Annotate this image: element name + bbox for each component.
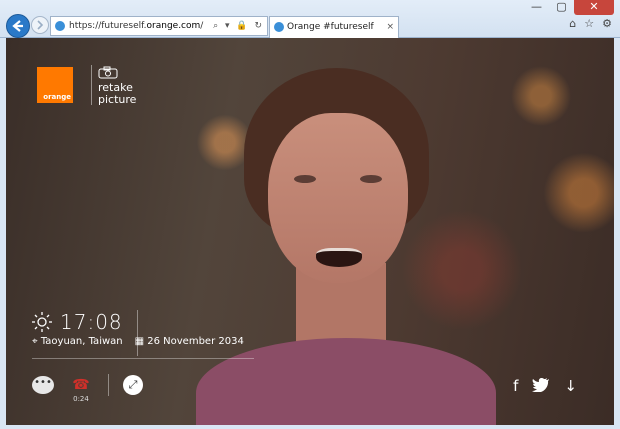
- left-eye: [294, 175, 316, 183]
- tab-title: Orange #futureself: [287, 22, 374, 32]
- right-eye: [360, 175, 382, 183]
- divider-line: [32, 358, 254, 359]
- url-domain: orange.com: [146, 21, 201, 31]
- star-icon[interactable]: ☆: [584, 17, 594, 30]
- arrow-left-icon: [12, 20, 23, 32]
- logo-separator: [91, 65, 92, 105]
- orange-logo[interactable]: orange: [37, 67, 73, 103]
- phone-hangup-icon[interactable]: ☎ 0:24: [68, 377, 94, 403]
- location-pin-icon: ⌖: [32, 336, 38, 347]
- weather-widget: 17:08: [32, 310, 123, 334]
- url-prefix: https://futureself.: [69, 21, 147, 31]
- address-bar-tools[interactable]: ⌕ ▾ 🔒 ↻: [213, 17, 264, 35]
- window-controls: — ▢ ✕: [524, 0, 614, 15]
- forward-button[interactable]: [31, 16, 49, 34]
- shirt: [196, 338, 496, 425]
- share-icons: f ↓: [513, 377, 577, 395]
- retake-label-line2: picture: [98, 93, 137, 106]
- gear-icon[interactable]: ⚙: [602, 17, 612, 30]
- twitter-icon[interactable]: [532, 377, 550, 392]
- browser-toolbar-icons: ⌂ ☆ ⚙: [569, 17, 612, 30]
- camera-icon: [98, 66, 118, 79]
- future-self-portrait: [196, 58, 496, 425]
- calendar-icon: ▦: [134, 336, 145, 347]
- location-text: Taoyuan, Taiwan: [40, 336, 123, 347]
- url-suffix: /: [200, 21, 204, 31]
- tab-close-icon[interactable]: ×: [386, 17, 394, 37]
- home-icon[interactable]: ⌂: [569, 17, 576, 30]
- clock-time: 17:08: [60, 310, 123, 334]
- location-date-row: ⌖ Taoyuan, Taiwan ▦ 26 November 2034: [32, 336, 244, 347]
- back-button[interactable]: [6, 14, 30, 38]
- close-button[interactable]: ✕: [574, 0, 614, 15]
- arrow-right-icon: [37, 20, 44, 30]
- page-viewport: orange retake picture 17:08 ⌖ Taoyuan, T…: [6, 38, 614, 425]
- location: ⌖ Taoyuan, Taiwan: [32, 336, 123, 347]
- mouth: [316, 248, 362, 267]
- call-duration: 0:24: [73, 395, 89, 403]
- facebook-icon[interactable]: f: [513, 377, 518, 395]
- chat-bubble-icon[interactable]: •••: [32, 376, 54, 394]
- address-bar[interactable]: https://futureself.orange.com/ ⌕ ▾ 🔒 ↻: [50, 16, 268, 36]
- info-separator: [137, 310, 138, 356]
- action-icons: ••• ☎ 0:24 ⤢: [32, 374, 143, 403]
- url-text[interactable]: https://futureself.orange.com/: [69, 17, 203, 35]
- minimize-button[interactable]: —: [524, 0, 549, 15]
- retake-picture-button[interactable]: retake picture: [98, 66, 136, 106]
- browser-window: — ▢ ✕ https://futureself.orange.com/ ⌕ ▾…: [0, 0, 620, 429]
- download-arrow-icon[interactable]: ↓: [564, 377, 577, 395]
- maximize-button[interactable]: ▢: [549, 0, 574, 15]
- browser-chrome: — ▢ ✕ https://futureself.orange.com/ ⌕ ▾…: [0, 0, 620, 38]
- icon-separator: [108, 374, 109, 396]
- tab-orange-futureself[interactable]: Orange #futureself ×: [269, 16, 399, 38]
- sun-icon: [32, 312, 52, 332]
- date-text: 26 November 2034: [147, 336, 244, 347]
- expand-icon[interactable]: ⤢: [123, 375, 143, 395]
- ie-icon: [55, 21, 65, 31]
- logo-text: orange: [43, 93, 71, 101]
- ie-icon: [274, 22, 284, 32]
- date: ▦ 26 November 2034: [135, 336, 244, 347]
